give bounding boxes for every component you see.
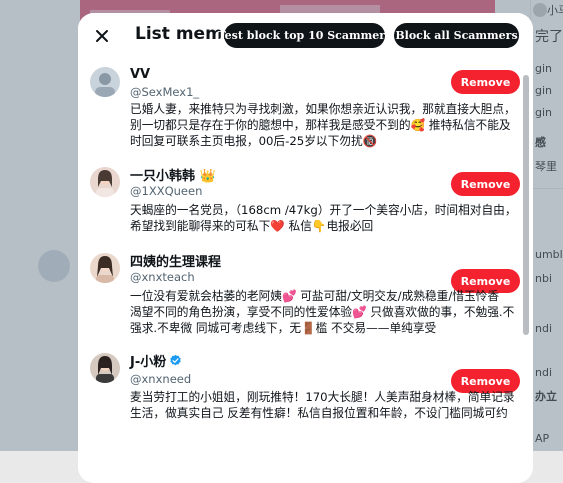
block-all-button[interactable]: Block all Scammers [394,23,519,48]
remove-button[interactable]: Remove [451,172,520,196]
member-handle[interactable]: @SexMex1_ [130,85,199,99]
member-handle[interactable]: @xnxneed [130,372,191,386]
avatar[interactable] [90,353,120,383]
member-bio: 已婚人妻，来推特只为寻找刺激，如果你想亲近认识我，那就直接大胆点， 别一切都只是… [130,102,516,148]
member-name[interactable]: VV [130,67,150,82]
member-name-text: J-小粉 [130,355,167,370]
member-name[interactable]: J-小粉 [130,351,182,370]
member-name-text: 四姨的生理课程 [130,255,222,270]
avatar[interactable] [90,167,120,197]
avatar-photo-icon [90,67,120,97]
avatar-photo-icon [90,353,120,383]
member-handle[interactable]: @1XXQueen [130,184,202,198]
test-block-button[interactable]: Test block top 10 Scammers [218,23,391,48]
avatar[interactable] [90,67,120,97]
close-button[interactable] [86,21,118,51]
remove-button[interactable]: Remove [451,70,520,94]
scrollbar-thumb[interactable] [523,75,529,335]
close-icon [96,30,108,42]
member-bio: 天蝎座的一名党员，（168cm /47kg）开了一个美容小店，时间相对自由， 希… [130,203,517,233]
modal-header: List mem… Test block top 10 Scammers Blo… [78,13,533,58]
list-members-modal: List mem… Test block top 10 Scammers Blo… [78,13,533,483]
avatar[interactable] [90,253,120,283]
member-name[interactable]: 一只小韩韩 👑 [130,165,216,184]
avatar-photo-icon [90,167,120,197]
member-name[interactable]: 四姨的生理课程 [130,251,221,270]
member-handle[interactable]: @xnxteach [130,270,195,284]
member-bio: 麦当劳打工的小姐姐，刚玩推特！170大长腿！人美声甜身材棒，简单记录 生活，做真… [130,390,515,420]
verified-badge-icon [170,354,181,366]
member-bio: 一位没有爱就会枯萎的老阿姨💕 可盐可甜/文明交友/成熟稳重/惜玉怜香 渴望不同的… [130,289,515,335]
avatar-photo-icon [90,253,120,283]
member-name-text: 一只小韩韩 👑 [130,169,216,184]
member-name-text: VV [130,67,151,82]
